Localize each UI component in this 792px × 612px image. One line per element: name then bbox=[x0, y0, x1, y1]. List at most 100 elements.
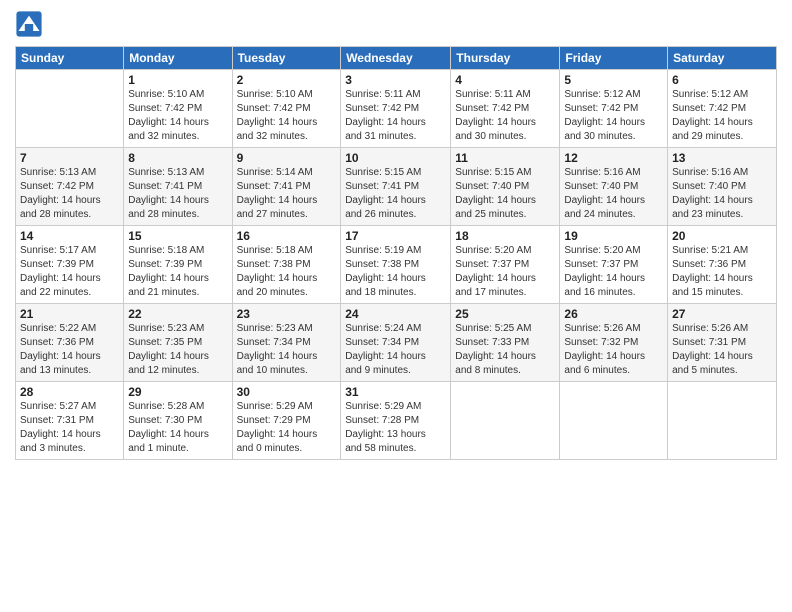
calendar-week-row: 7Sunrise: 5:13 AM Sunset: 7:42 PM Daylig… bbox=[16, 148, 777, 226]
logo bbox=[15, 10, 45, 38]
day-info: Sunrise: 5:24 AM Sunset: 7:34 PM Dayligh… bbox=[345, 322, 446, 378]
day-number: 18 bbox=[455, 229, 555, 243]
day-number: 25 bbox=[455, 307, 555, 321]
day-info: Sunrise: 5:27 AM Sunset: 7:31 PM Dayligh… bbox=[20, 400, 119, 456]
calendar-cell: 22Sunrise: 5:23 AM Sunset: 7:35 PM Dayli… bbox=[124, 304, 232, 382]
calendar-cell: 31Sunrise: 5:29 AM Sunset: 7:28 PM Dayli… bbox=[341, 382, 451, 460]
calendar-cell: 14Sunrise: 5:17 AM Sunset: 7:39 PM Dayli… bbox=[16, 226, 124, 304]
calendar-week-row: 21Sunrise: 5:22 AM Sunset: 7:36 PM Dayli… bbox=[16, 304, 777, 382]
day-number: 21 bbox=[20, 307, 119, 321]
day-info: Sunrise: 5:26 AM Sunset: 7:32 PM Dayligh… bbox=[564, 322, 663, 378]
calendar-cell: 12Sunrise: 5:16 AM Sunset: 7:40 PM Dayli… bbox=[560, 148, 668, 226]
calendar-cell: 3Sunrise: 5:11 AM Sunset: 7:42 PM Daylig… bbox=[341, 70, 451, 148]
day-info: Sunrise: 5:19 AM Sunset: 7:38 PM Dayligh… bbox=[345, 244, 446, 300]
calendar-cell: 6Sunrise: 5:12 AM Sunset: 7:42 PM Daylig… bbox=[668, 70, 777, 148]
calendar-cell: 5Sunrise: 5:12 AM Sunset: 7:42 PM Daylig… bbox=[560, 70, 668, 148]
calendar-cell: 30Sunrise: 5:29 AM Sunset: 7:29 PM Dayli… bbox=[232, 382, 341, 460]
calendar-cell bbox=[16, 70, 124, 148]
day-number: 1 bbox=[128, 73, 227, 87]
weekday-header: Wednesday bbox=[341, 47, 451, 70]
page: SundayMondayTuesdayWednesdayThursdayFrid… bbox=[0, 0, 792, 612]
day-number: 8 bbox=[128, 151, 227, 165]
day-info: Sunrise: 5:26 AM Sunset: 7:31 PM Dayligh… bbox=[672, 322, 772, 378]
calendar-week-row: 1Sunrise: 5:10 AM Sunset: 7:42 PM Daylig… bbox=[16, 70, 777, 148]
day-info: Sunrise: 5:12 AM Sunset: 7:42 PM Dayligh… bbox=[672, 88, 772, 144]
day-info: Sunrise: 5:14 AM Sunset: 7:41 PM Dayligh… bbox=[237, 166, 337, 222]
calendar-cell: 16Sunrise: 5:18 AM Sunset: 7:38 PM Dayli… bbox=[232, 226, 341, 304]
day-info: Sunrise: 5:10 AM Sunset: 7:42 PM Dayligh… bbox=[237, 88, 337, 144]
calendar-cell: 7Sunrise: 5:13 AM Sunset: 7:42 PM Daylig… bbox=[16, 148, 124, 226]
calendar-week-row: 28Sunrise: 5:27 AM Sunset: 7:31 PM Dayli… bbox=[16, 382, 777, 460]
calendar-cell: 13Sunrise: 5:16 AM Sunset: 7:40 PM Dayli… bbox=[668, 148, 777, 226]
calendar-cell: 15Sunrise: 5:18 AM Sunset: 7:39 PM Dayli… bbox=[124, 226, 232, 304]
day-number: 6 bbox=[672, 73, 772, 87]
day-info: Sunrise: 5:16 AM Sunset: 7:40 PM Dayligh… bbox=[672, 166, 772, 222]
calendar-header-row: SundayMondayTuesdayWednesdayThursdayFrid… bbox=[16, 47, 777, 70]
calendar-cell bbox=[560, 382, 668, 460]
calendar-cell: 1Sunrise: 5:10 AM Sunset: 7:42 PM Daylig… bbox=[124, 70, 232, 148]
day-number: 4 bbox=[455, 73, 555, 87]
day-number: 9 bbox=[237, 151, 337, 165]
day-info: Sunrise: 5:28 AM Sunset: 7:30 PM Dayligh… bbox=[128, 400, 227, 456]
day-info: Sunrise: 5:15 AM Sunset: 7:40 PM Dayligh… bbox=[455, 166, 555, 222]
calendar-cell bbox=[451, 382, 560, 460]
day-info: Sunrise: 5:23 AM Sunset: 7:34 PM Dayligh… bbox=[237, 322, 337, 378]
day-number: 27 bbox=[672, 307, 772, 321]
day-info: Sunrise: 5:21 AM Sunset: 7:36 PM Dayligh… bbox=[672, 244, 772, 300]
day-number: 16 bbox=[237, 229, 337, 243]
day-info: Sunrise: 5:11 AM Sunset: 7:42 PM Dayligh… bbox=[455, 88, 555, 144]
day-number: 3 bbox=[345, 73, 446, 87]
day-number: 31 bbox=[345, 385, 446, 399]
calendar-cell: 24Sunrise: 5:24 AM Sunset: 7:34 PM Dayli… bbox=[341, 304, 451, 382]
day-number: 23 bbox=[237, 307, 337, 321]
calendar-cell: 26Sunrise: 5:26 AM Sunset: 7:32 PM Dayli… bbox=[560, 304, 668, 382]
day-number: 14 bbox=[20, 229, 119, 243]
weekday-header: Tuesday bbox=[232, 47, 341, 70]
day-number: 2 bbox=[237, 73, 337, 87]
day-info: Sunrise: 5:29 AM Sunset: 7:28 PM Dayligh… bbox=[345, 400, 446, 456]
calendar-cell: 23Sunrise: 5:23 AM Sunset: 7:34 PM Dayli… bbox=[232, 304, 341, 382]
day-number: 13 bbox=[672, 151, 772, 165]
day-number: 10 bbox=[345, 151, 446, 165]
weekday-header: Thursday bbox=[451, 47, 560, 70]
day-number: 22 bbox=[128, 307, 227, 321]
day-info: Sunrise: 5:13 AM Sunset: 7:41 PM Dayligh… bbox=[128, 166, 227, 222]
day-number: 19 bbox=[564, 229, 663, 243]
calendar-cell: 10Sunrise: 5:15 AM Sunset: 7:41 PM Dayli… bbox=[341, 148, 451, 226]
day-info: Sunrise: 5:20 AM Sunset: 7:37 PM Dayligh… bbox=[564, 244, 663, 300]
day-info: Sunrise: 5:10 AM Sunset: 7:42 PM Dayligh… bbox=[128, 88, 227, 144]
calendar-cell: 27Sunrise: 5:26 AM Sunset: 7:31 PM Dayli… bbox=[668, 304, 777, 382]
calendar-cell: 8Sunrise: 5:13 AM Sunset: 7:41 PM Daylig… bbox=[124, 148, 232, 226]
calendar-week-row: 14Sunrise: 5:17 AM Sunset: 7:39 PM Dayli… bbox=[16, 226, 777, 304]
day-info: Sunrise: 5:15 AM Sunset: 7:41 PM Dayligh… bbox=[345, 166, 446, 222]
calendar-cell: 21Sunrise: 5:22 AM Sunset: 7:36 PM Dayli… bbox=[16, 304, 124, 382]
calendar-cell: 25Sunrise: 5:25 AM Sunset: 7:33 PM Dayli… bbox=[451, 304, 560, 382]
calendar-cell: 17Sunrise: 5:19 AM Sunset: 7:38 PM Dayli… bbox=[341, 226, 451, 304]
day-info: Sunrise: 5:25 AM Sunset: 7:33 PM Dayligh… bbox=[455, 322, 555, 378]
day-number: 28 bbox=[20, 385, 119, 399]
day-info: Sunrise: 5:16 AM Sunset: 7:40 PM Dayligh… bbox=[564, 166, 663, 222]
day-number: 7 bbox=[20, 151, 119, 165]
weekday-header: Monday bbox=[124, 47, 232, 70]
logo-icon bbox=[15, 10, 43, 38]
day-info: Sunrise: 5:29 AM Sunset: 7:29 PM Dayligh… bbox=[237, 400, 337, 456]
day-number: 26 bbox=[564, 307, 663, 321]
day-info: Sunrise: 5:18 AM Sunset: 7:39 PM Dayligh… bbox=[128, 244, 227, 300]
weekday-header: Friday bbox=[560, 47, 668, 70]
day-number: 15 bbox=[128, 229, 227, 243]
calendar-table: SundayMondayTuesdayWednesdayThursdayFrid… bbox=[15, 46, 777, 460]
calendar-cell bbox=[668, 382, 777, 460]
day-number: 17 bbox=[345, 229, 446, 243]
day-info: Sunrise: 5:13 AM Sunset: 7:42 PM Dayligh… bbox=[20, 166, 119, 222]
calendar-cell: 9Sunrise: 5:14 AM Sunset: 7:41 PM Daylig… bbox=[232, 148, 341, 226]
day-info: Sunrise: 5:20 AM Sunset: 7:37 PM Dayligh… bbox=[455, 244, 555, 300]
calendar-cell: 4Sunrise: 5:11 AM Sunset: 7:42 PM Daylig… bbox=[451, 70, 560, 148]
day-number: 5 bbox=[564, 73, 663, 87]
day-info: Sunrise: 5:12 AM Sunset: 7:42 PM Dayligh… bbox=[564, 88, 663, 144]
weekday-header: Saturday bbox=[668, 47, 777, 70]
weekday-header: Sunday bbox=[16, 47, 124, 70]
day-number: 20 bbox=[672, 229, 772, 243]
day-number: 12 bbox=[564, 151, 663, 165]
day-number: 11 bbox=[455, 151, 555, 165]
calendar-cell: 11Sunrise: 5:15 AM Sunset: 7:40 PM Dayli… bbox=[451, 148, 560, 226]
